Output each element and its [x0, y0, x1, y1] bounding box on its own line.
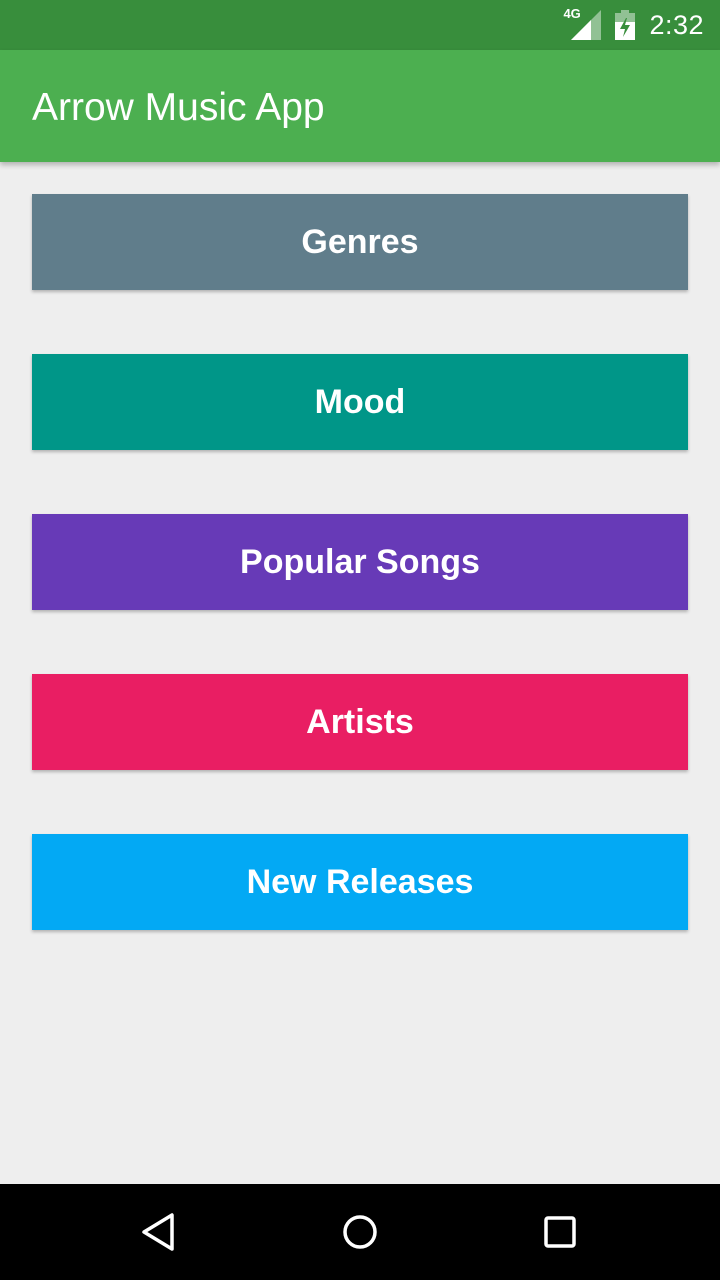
network-type-label: 4G [563, 6, 581, 21]
mood-button[interactable]: Mood [32, 354, 688, 450]
menu-list: Genres Mood Popular Songs Artists New Re… [32, 194, 688, 994]
signal-icon: 4G [563, 6, 602, 40]
status-bar: 4G 2:32 [0, 0, 720, 50]
app-bar: Arrow Music App [0, 50, 720, 162]
new-releases-button[interactable]: New Releases [32, 834, 688, 930]
genres-button[interactable]: Genres [32, 194, 688, 290]
artists-button[interactable]: Artists [32, 674, 688, 770]
back-icon[interactable] [134, 1206, 186, 1258]
app-title: Arrow Music App [32, 86, 325, 129]
recents-icon[interactable] [534, 1206, 586, 1258]
popular-songs-button[interactable]: Popular Songs [32, 514, 688, 610]
status-time: 2:32 [649, 9, 704, 40]
status-icons: 4G 2:32 [563, 0, 704, 50]
navigation-bar [0, 1184, 720, 1280]
battery-charging-icon [615, 10, 636, 40]
home-icon[interactable] [334, 1206, 386, 1258]
